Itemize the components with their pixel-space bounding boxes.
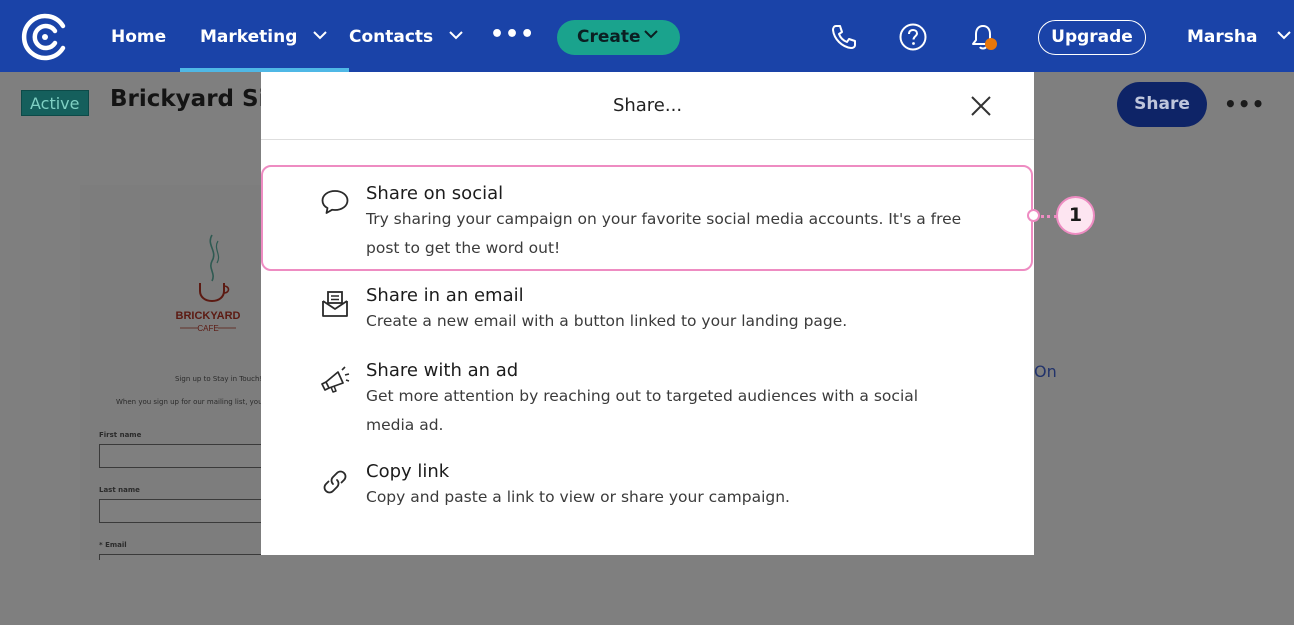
preview-last-name-label: Last name [99, 486, 140, 494]
preview-intro: When you sign up for our mailing list, y… [116, 398, 261, 406]
highlight-frame [261, 165, 1033, 271]
option-description: Create a new email with a button linked … [366, 312, 848, 330]
landing-page-preview: BRICKYARD CAFE Sign up to Stay in Touch!… [80, 185, 261, 560]
chevron-down-icon [313, 30, 328, 39]
chevron-down-icon [1277, 30, 1292, 39]
option-description: Copy and paste a link to view or share y… [366, 488, 790, 506]
create-button[interactable]: Create [557, 20, 680, 55]
callout-anchor [1027, 209, 1040, 222]
status-badge: Active [21, 90, 89, 116]
user-menu[interactable]: Marsha [1187, 0, 1292, 72]
link-icon [323, 470, 347, 494]
preview-first-name-label: First name [99, 431, 142, 439]
cafe-logo-icon: BRICKYARD CAFE [176, 234, 241, 333]
app-logo-icon[interactable] [20, 12, 70, 62]
help-icon[interactable] [898, 22, 928, 52]
envelope-icon [322, 291, 348, 317]
top-nav: Home Marketing Contacts ••• Create Upgra… [0, 0, 1294, 72]
chevron-down-icon [644, 30, 658, 39]
page-more-button[interactable]: ••• [1224, 92, 1265, 116]
share-modal: Share... Share on social Try sharing you… [261, 72, 1034, 555]
preview-email-field [99, 554, 261, 560]
cafe-name-line1: BRICKYARD [176, 310, 241, 322]
share-with-ad-option[interactable]: Share with an ad Get more attention by r… [261, 356, 1034, 440]
upgrade-button[interactable]: Upgrade [1038, 20, 1146, 55]
share-button[interactable]: Share [1117, 82, 1207, 127]
nav-contacts[interactable]: Contacts [349, 0, 463, 72]
background-link-fragment: On [1034, 362, 1057, 381]
nav-home[interactable]: Home [111, 0, 166, 72]
option-title: Share in an email [366, 285, 524, 306]
share-in-email-option[interactable]: Share in an email Create a new email wit… [261, 282, 1034, 342]
preview-first-name-field [99, 444, 261, 468]
preview-last-name-field [99, 499, 261, 523]
page-title: Brickyard Sig [110, 86, 283, 112]
notification-dot [985, 38, 997, 50]
callout-number-badge: 1 [1056, 196, 1095, 235]
megaphone-icon [321, 366, 350, 393]
nav-marketing[interactable]: Marketing [179, 0, 350, 72]
modal-header: Share... [261, 72, 1034, 140]
option-description: Get more attention by reaching out to ta… [366, 387, 919, 434]
close-icon[interactable] [969, 94, 993, 118]
modal-title: Share... [612, 95, 683, 116]
option-title: Share with an ad [366, 360, 519, 381]
chevron-down-icon [449, 30, 463, 39]
nav-more-button[interactable]: ••• [490, 22, 535, 47]
phone-icon[interactable] [829, 22, 859, 52]
preview-email-label: * Email [99, 541, 127, 549]
cafe-name-line2: CAFE [197, 324, 218, 333]
copy-link-option[interactable]: Copy link Copy and paste a link to view … [261, 458, 1034, 518]
option-title: Copy link [366, 461, 450, 482]
preview-tagline: Sign up to Stay in Touch! [175, 375, 261, 383]
